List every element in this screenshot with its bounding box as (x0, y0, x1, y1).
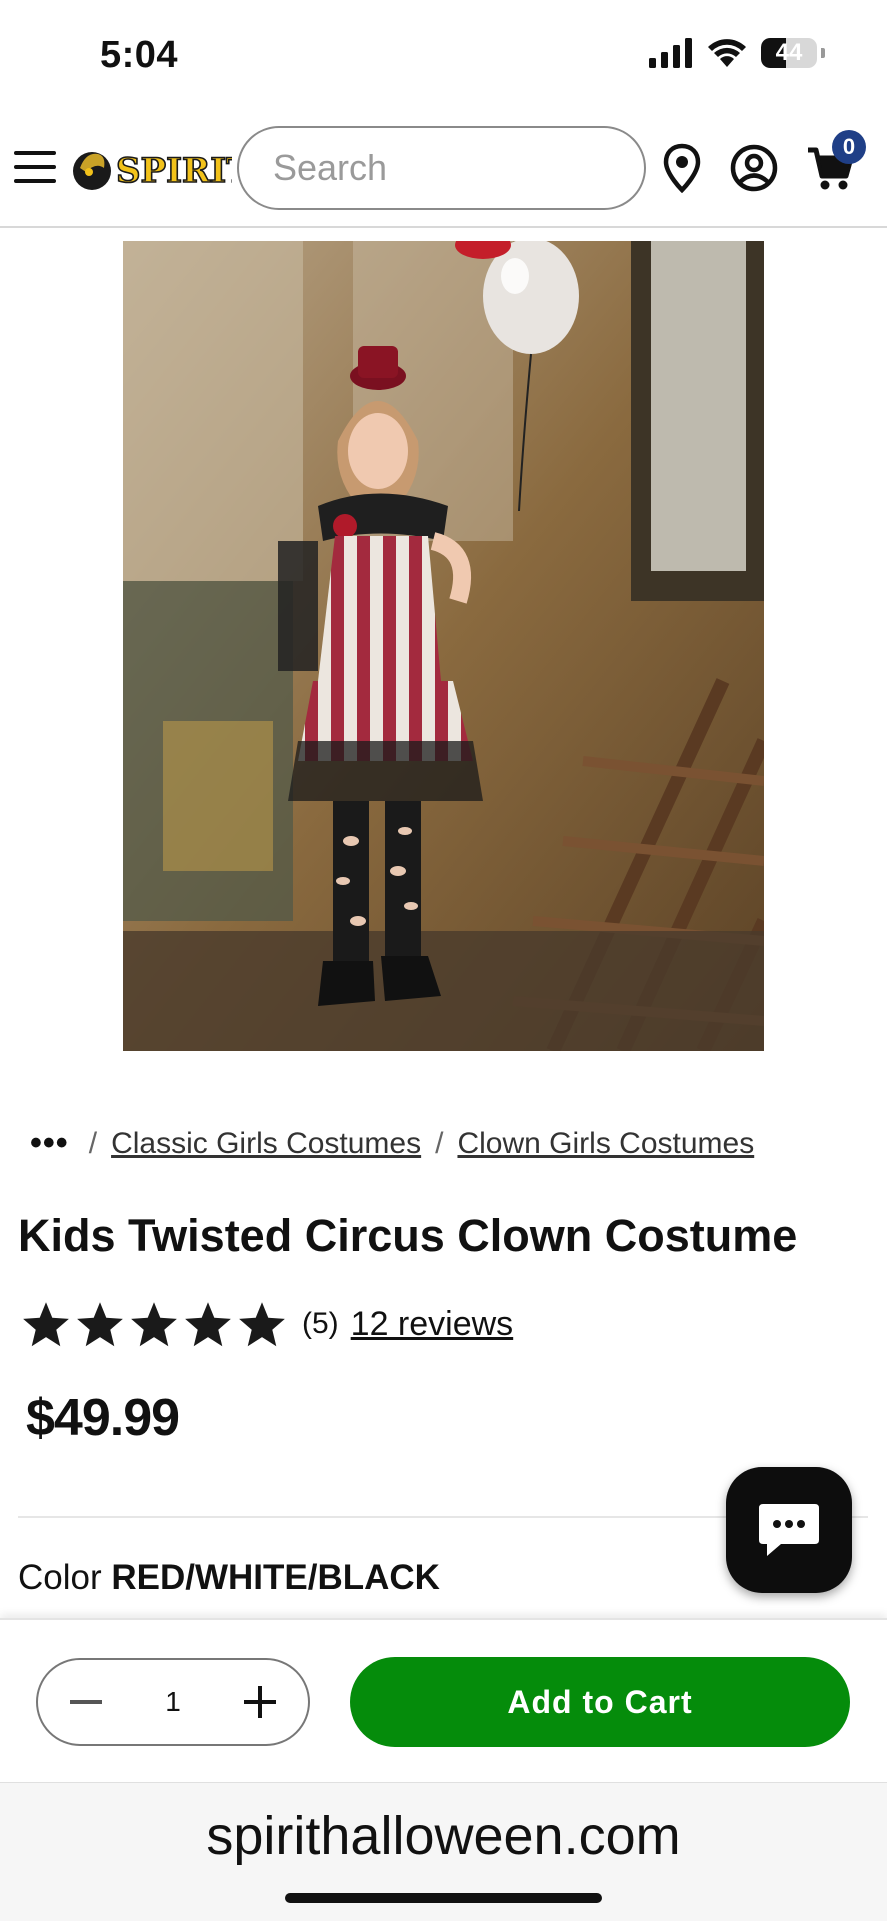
star-icon (239, 1302, 285, 1347)
search-bar (237, 126, 646, 210)
breadcrumb: ••• / Classic Girls Costumes / Clown Gir… (30, 1124, 754, 1163)
battery-level: 44 (775, 39, 803, 66)
wifi-icon (708, 39, 746, 67)
increase-quantity-button[interactable] (238, 1680, 282, 1724)
rating-count: (5) (302, 1307, 339, 1340)
location-pin-icon (663, 143, 701, 193)
decrease-quantity-button[interactable] (64, 1680, 108, 1724)
quantity-stepper: 1 (36, 1658, 310, 1746)
minus-icon (70, 1700, 102, 1704)
battery-indicator: 44 (761, 38, 817, 68)
logo-text: SPIRIT (116, 151, 232, 191)
search-input[interactable] (239, 128, 644, 208)
site-header: SPIRIT 0 (0, 118, 887, 228)
product-rating: (5) 12 reviews (20, 1300, 513, 1348)
spirit-logo[interactable]: SPIRIT (72, 138, 232, 198)
star-rating[interactable] (20, 1300, 288, 1348)
cart-button[interactable]: 0 (802, 130, 866, 196)
breadcrumb-classic-girls-costumes[interactable]: Classic Girls Costumes (111, 1127, 421, 1161)
product-image[interactable] (123, 241, 764, 1051)
account-icon (730, 144, 778, 192)
star-icon (23, 1302, 69, 1347)
color-label: Color (18, 1558, 102, 1597)
breadcrumb-clown-girls-costumes[interactable]: Clown Girls Costumes (457, 1127, 754, 1161)
reviews-link[interactable]: 12 reviews (351, 1305, 514, 1344)
breadcrumb-separator: / (435, 1126, 444, 1160)
star-icon (131, 1302, 177, 1347)
status-time: 5:04 (100, 34, 179, 76)
star-icon (77, 1302, 123, 1347)
browser-url-bar: spirithalloween.com (0, 1782, 887, 1921)
account-button[interactable] (726, 140, 782, 196)
status-icons: 44 (649, 38, 825, 68)
chat-button[interactable] (726, 1467, 852, 1593)
hamburger-icon[interactable] (14, 151, 56, 183)
color-selection: Color RED/WHITE/BLACK (18, 1558, 440, 1598)
signal-icon (649, 38, 692, 68)
chat-icon (759, 1504, 819, 1556)
url-text[interactable]: spirithalloween.com (0, 1805, 887, 1867)
breadcrumb-ellipsis[interactable]: ••• (30, 1124, 69, 1163)
breadcrumb-separator: / (88, 1126, 98, 1160)
purchase-bar: 1 Add to Cart (0, 1618, 887, 1784)
home-indicator[interactable] (285, 1893, 602, 1903)
product-price: $49.99 (26, 1389, 180, 1447)
color-value: RED/WHITE/BLACK (111, 1558, 440, 1597)
plus-icon (243, 1686, 276, 1718)
star-icon (185, 1302, 231, 1347)
add-to-cart-button[interactable]: Add to Cart (350, 1657, 850, 1747)
quantity-value[interactable]: 1 (165, 1686, 181, 1718)
store-locator-button[interactable] (654, 140, 710, 196)
product-title: Kids Twisted Circus Clown Costume (18, 1210, 798, 1261)
cart-count-badge: 0 (832, 130, 866, 164)
